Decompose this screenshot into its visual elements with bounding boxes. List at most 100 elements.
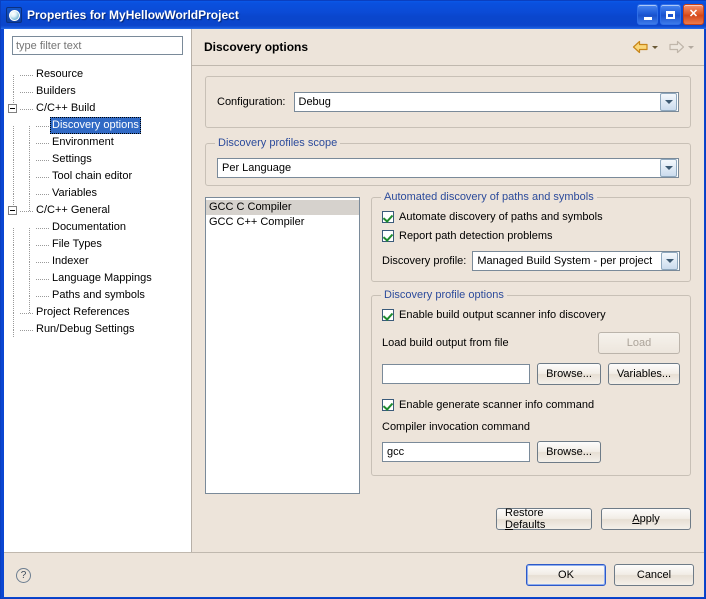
- maximize-button[interactable]: [660, 4, 681, 25]
- minimize-button[interactable]: [637, 4, 658, 25]
- checkbox-icon[interactable]: [382, 309, 394, 321]
- sidebar-item-label: C/C++ Build: [34, 100, 97, 117]
- apply-button[interactable]: Apply: [601, 508, 691, 530]
- tree-guide: [36, 253, 50, 270]
- back-button[interactable]: [632, 40, 658, 54]
- dialog-client-area: ResourceBuildersC/C++ BuildDiscovery opt…: [4, 29, 704, 597]
- sidebar-item-variables[interactable]: Variables: [4, 185, 191, 202]
- sidebar-item-label: Settings: [50, 151, 94, 168]
- tree-guide: [20, 321, 34, 338]
- dialog-footer: ? OK Cancel: [4, 552, 704, 597]
- report-problems-checkbox[interactable]: Report path detection problems: [382, 230, 680, 242]
- report-problems-label: Report path detection problems: [399, 230, 552, 242]
- tree-guide: [36, 117, 50, 134]
- sidebar-item-environment[interactable]: Environment: [4, 134, 191, 151]
- chevron-down-icon[interactable]: [661, 252, 678, 270]
- configuration-value: Debug: [295, 96, 661, 108]
- browse-build-output-button[interactable]: Browse...: [537, 363, 601, 385]
- tree-guide: [20, 202, 34, 219]
- sidebar-item-documentation[interactable]: Documentation: [4, 219, 191, 236]
- sidebar-item-builders[interactable]: Builders: [4, 83, 191, 100]
- automate-discovery-checkbox[interactable]: Automate discovery of paths and symbols: [382, 211, 680, 223]
- sidebar-item-c-c-build[interactable]: C/C++ Build: [4, 100, 191, 117]
- checkbox-icon[interactable]: [382, 211, 394, 223]
- discovery-profile-options-label: Discovery profile options: [381, 289, 507, 301]
- tree-guide: [36, 185, 50, 202]
- tree-guide: [36, 219, 50, 236]
- sidebar-item-label: Discovery options: [50, 117, 141, 134]
- page-title: Discovery options: [204, 40, 632, 54]
- scope-combo[interactable]: Per Language: [217, 158, 679, 178]
- browse-compiler-button[interactable]: Browse...: [537, 441, 601, 463]
- sidebar-item-c-c-general[interactable]: C/C++ General: [4, 202, 191, 219]
- sidebar-item-label: Builders: [34, 83, 78, 100]
- checkbox-icon[interactable]: [382, 399, 394, 411]
- sidebar-item-indexer[interactable]: Indexer: [4, 253, 191, 270]
- tools-listbox[interactable]: GCC C CompilerGCC C++ Compiler: [205, 197, 360, 494]
- configuration-label: Configuration:: [217, 96, 286, 108]
- sidebar-item-label: Resource: [34, 66, 85, 83]
- page-body: Configuration: Debug Discovery profiles …: [192, 66, 704, 552]
- settings-page-pane: Discovery options: [192, 29, 704, 552]
- restore-defaults-button[interactable]: Restore Defaults: [496, 508, 592, 530]
- settings-tree: ResourceBuildersC/C++ BuildDiscovery opt…: [4, 63, 191, 338]
- window-title: Properties for MyHellowWorldProject: [27, 8, 239, 22]
- tree-guide: [20, 100, 34, 117]
- build-output-file-input[interactable]: [382, 364, 530, 384]
- sidebar-item-run-debug-settings[interactable]: Run/Debug Settings: [4, 321, 191, 338]
- sidebar-item-file-types[interactable]: File Types: [4, 236, 191, 253]
- tree-guide: [36, 151, 50, 168]
- cancel-button[interactable]: Cancel: [614, 564, 694, 586]
- close-icon[interactable]: ✕: [683, 4, 704, 25]
- sidebar-item-resource[interactable]: Resource: [4, 66, 191, 83]
- sidebar-item-label: Language Mappings: [50, 270, 154, 287]
- discovery-profile-options-group: Discovery profile options Enable build o…: [371, 295, 691, 476]
- list-item[interactable]: GCC C Compiler: [206, 200, 359, 215]
- compiler-invocation-label: Compiler invocation command: [382, 421, 680, 433]
- back-arrow-icon: [632, 40, 649, 54]
- enable-generate-scanner-checkbox[interactable]: Enable generate scanner info command: [382, 399, 680, 411]
- sidebar-item-language-mappings[interactable]: Language Mappings: [4, 270, 191, 287]
- sidebar-item-label: Variables: [50, 185, 99, 202]
- chevron-down-icon[interactable]: [660, 159, 677, 177]
- load-button[interactable]: Load: [598, 332, 680, 354]
- discovery-profile-value: Managed Build System - per project: [473, 255, 661, 267]
- sidebar-item-label: Run/Debug Settings: [34, 321, 136, 338]
- dialog-buttons: OK Cancel: [526, 564, 694, 586]
- filter-input[interactable]: [12, 36, 183, 55]
- sidebar-item-project-references[interactable]: Project References: [4, 304, 191, 321]
- tree-expander[interactable]: [4, 202, 20, 219]
- scope-value: Per Language: [218, 162, 660, 174]
- settings-tree-pane: ResourceBuildersC/C++ BuildDiscovery opt…: [4, 29, 192, 552]
- back-dropdown-caret[interactable]: [652, 46, 658, 49]
- chevron-down-icon[interactable]: [660, 93, 677, 111]
- tree-guide: [36, 236, 50, 253]
- forward-button: [668, 40, 694, 54]
- sidebar-item-settings[interactable]: Settings: [4, 151, 191, 168]
- sidebar-item-label: Paths and symbols: [50, 287, 147, 304]
- configuration-combo[interactable]: Debug: [294, 92, 680, 112]
- ok-button[interactable]: OK: [526, 564, 606, 586]
- variables-button[interactable]: Variables...: [608, 363, 680, 385]
- tree-guide: [36, 287, 50, 304]
- sidebar-item-label: File Types: [50, 236, 104, 253]
- compiler-command-input[interactable]: [382, 442, 530, 462]
- tree-expander[interactable]: [4, 100, 20, 117]
- help-icon[interactable]: ?: [16, 568, 31, 583]
- sidebar-item-label: Documentation: [50, 219, 128, 236]
- title-bar[interactable]: Properties for MyHellowWorldProject ✕: [1, 1, 706, 29]
- discovery-profile-label: Discovery profile:: [382, 255, 466, 267]
- enable-build-output-checkbox[interactable]: Enable build output scanner info discove…: [382, 309, 680, 321]
- navigation-arrows: [632, 40, 694, 54]
- sidebar-item-tool-chain-editor[interactable]: Tool chain editor: [4, 168, 191, 185]
- forward-arrow-icon: [668, 40, 685, 54]
- sidebar-item-discovery-options[interactable]: Discovery options: [4, 117, 191, 134]
- list-item[interactable]: GCC C++ Compiler: [206, 215, 359, 230]
- checkbox-icon[interactable]: [382, 230, 394, 242]
- sidebar-item-label: C/C++ General: [34, 202, 112, 219]
- discovery-profile-combo[interactable]: Managed Build System - per project: [472, 251, 680, 271]
- enable-generate-scanner-label: Enable generate scanner info command: [399, 399, 594, 411]
- page-action-buttons: Restore Defaults Apply: [205, 508, 691, 530]
- sidebar-item-label: Tool chain editor: [50, 168, 134, 185]
- sidebar-item-paths-and-symbols[interactable]: Paths and symbols: [4, 287, 191, 304]
